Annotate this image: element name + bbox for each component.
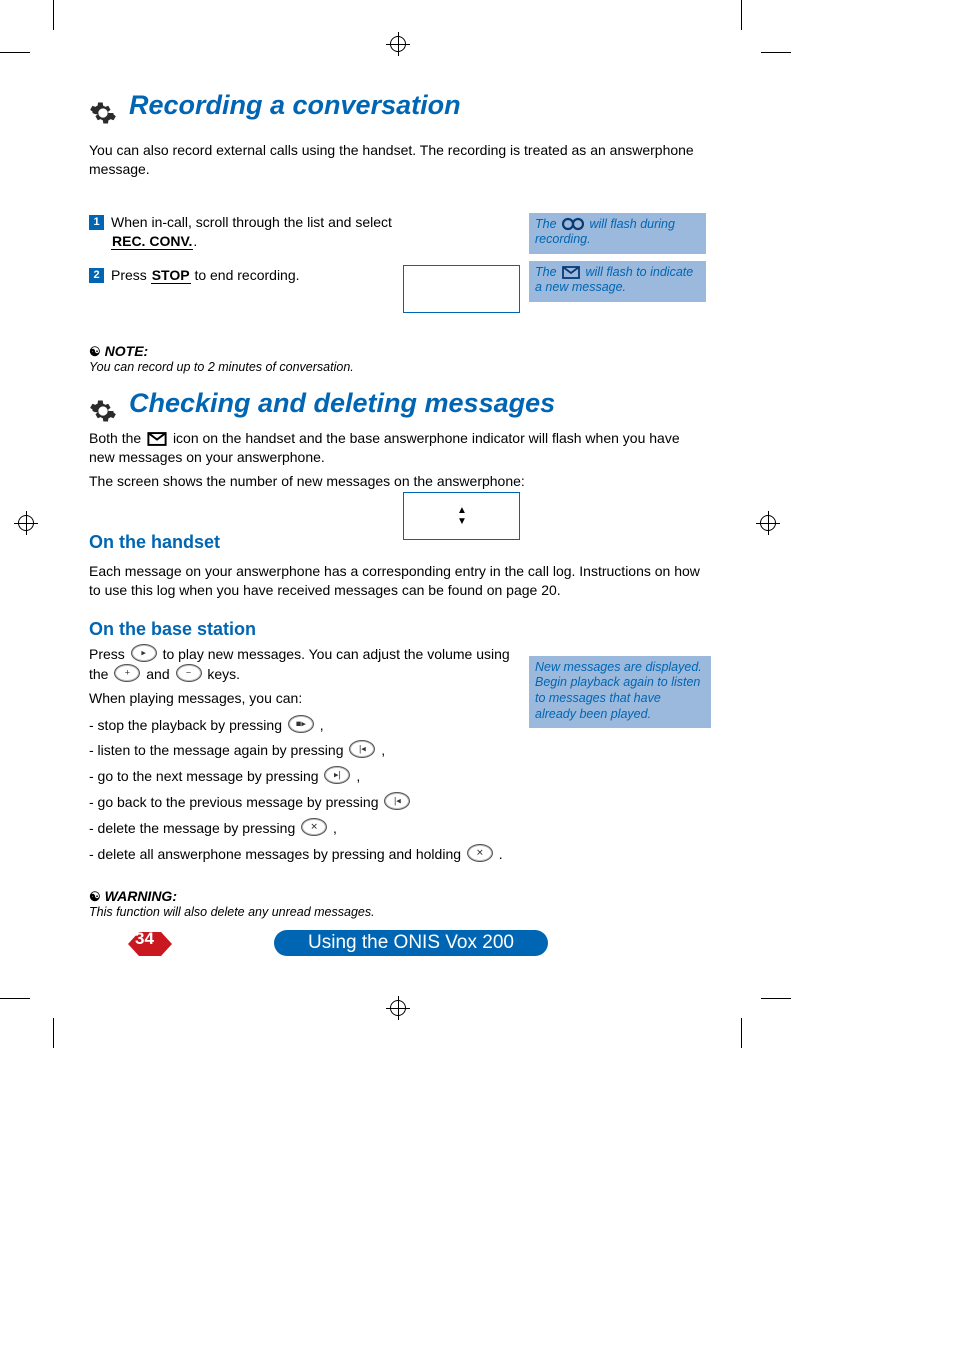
paragraph-play-volume: Press ▸ to play new messages. You can ad… — [89, 644, 529, 685]
menu-rec-conv-label: REC. CONV. — [111, 233, 193, 250]
crop-mark — [0, 998, 30, 999]
info-box-playback-hint: New messages are displayed. Begin playba… — [529, 656, 711, 729]
volume-up-button-icon: + — [114, 664, 140, 682]
crop-mark — [53, 1018, 54, 1048]
step-number-2: 2 — [89, 268, 104, 283]
crop-mark — [761, 998, 791, 999]
step-1: 1 When in-call, scroll through the list … — [89, 213, 421, 252]
intro-paragraph: You can also record external calls using… — [89, 141, 709, 179]
page-number: 34 — [135, 929, 154, 949]
note-body: You can record up to 2 minutes of conver… — [89, 360, 709, 374]
delete-button-icon: ✕ — [301, 818, 327, 836]
registration-target-icon — [14, 511, 38, 535]
paragraph-envelope-flash: Both the icon on the handset and the bas… — [89, 429, 709, 468]
gear-icon — [89, 397, 117, 425]
volume-down-button-icon: − — [176, 664, 202, 682]
subheading-on-base: On the base station — [89, 619, 709, 640]
heading-recording-conversation: Recording a conversation — [129, 90, 461, 121]
info-box-new-message: The will flash to indicate a new message… — [529, 261, 706, 302]
handset-display-box: ▲▼ — [403, 492, 520, 540]
bullet-next-message: - go to the next message by pressing ▸| … — [89, 764, 709, 790]
info-box-recording: The will flash during recording. — [529, 213, 706, 254]
bullet-delete-all: - delete all answerphone messages by pre… — [89, 842, 709, 868]
step-number-1: 1 — [89, 215, 104, 230]
warning-heading: WARNING: — [89, 888, 709, 905]
bullet-prev-message: - go back to the previous message by pre… — [89, 790, 709, 816]
prev-button-icon: |◂ — [384, 792, 410, 810]
tape-reel-icon — [562, 217, 584, 231]
subheading-on-handset: On the handset — [89, 532, 220, 553]
next-button-icon: ▸| — [324, 766, 350, 784]
note-heading: NOTE: — [89, 343, 709, 360]
gear-icon — [89, 99, 117, 127]
paragraph-screen-msgs: The screen shows the number of new messa… — [89, 472, 709, 492]
bullet-listen-again: - listen to the message again by pressin… — [89, 738, 709, 764]
scroll-arrows-icon: ▲▼ — [457, 505, 466, 527]
menu-stop-label: STOP — [151, 267, 191, 284]
registration-target-icon — [386, 32, 410, 56]
paragraph-call-log: Each message on your answerphone has a c… — [89, 562, 709, 601]
registration-target-icon — [386, 996, 410, 1020]
bullet-delete-message: - delete the message by pressing ✕ , — [89, 816, 709, 842]
crop-mark — [0, 52, 30, 53]
delete-all-button-icon: ✕ — [467, 844, 493, 862]
heading-checking-deleting: Checking and deleting messages — [129, 388, 555, 419]
warning-body: This function will also delete any unrea… — [89, 905, 709, 919]
crop-mark — [741, 0, 742, 30]
envelope-icon — [562, 266, 580, 279]
envelope-icon — [147, 432, 167, 446]
repeat-button-icon: |◂ — [349, 740, 375, 758]
handset-display-box — [403, 265, 520, 313]
crop-mark — [741, 1018, 742, 1048]
step-2: 2 Press STOP to end recording. — [89, 266, 421, 286]
crop-mark — [53, 0, 54, 30]
registration-target-icon — [756, 511, 780, 535]
play-button-icon: ▸ — [131, 644, 157, 662]
page-footer: 34 Using the ONIS Vox 200 — [89, 930, 709, 958]
stop-play-button-icon: ■▸ — [288, 715, 314, 733]
crop-mark — [761, 52, 791, 53]
footer-title: Using the ONIS Vox 200 — [274, 930, 548, 956]
